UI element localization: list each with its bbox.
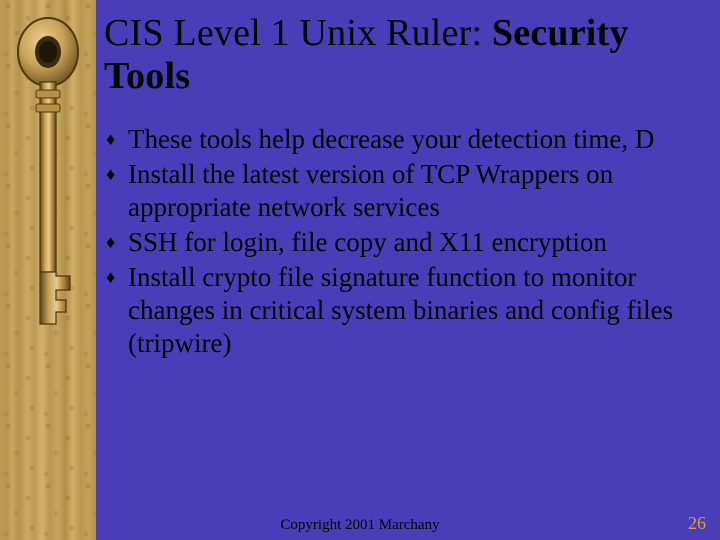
slide-title: CIS Level 1 Unix Ruler: Security Tools [104,12,702,97]
title-plain: CIS Level 1 Unix Ruler: [104,12,492,54]
page-number: 26 [688,513,706,534]
sidebar-texture [0,0,96,540]
bullet-text: These tools help decrease your detection… [128,123,702,156]
list-item: ♦ These tools help decrease your detecti… [104,123,702,156]
content-area: CIS Level 1 Unix Ruler: Security Tools ♦… [104,12,702,500]
bullet-text: SSH for login, file copy and X11 encrypt… [128,226,702,259]
footer-copyright: Copyright 2001 Marchany [0,517,720,534]
key-icon [14,12,82,332]
bullet-marker-icon: ♦ [106,123,128,156]
bullet-text: Install crypto file signature function t… [128,261,702,360]
list-item: ♦ Install crypto file signature function… [104,261,702,360]
bullet-marker-icon: ♦ [106,158,128,224]
bullet-list: ♦ These tools help decrease your detecti… [104,123,702,360]
bullet-marker-icon: ♦ [106,226,128,259]
list-item: ♦ Install the latest version of TCP Wrap… [104,158,702,224]
bullet-text: Install the latest version of TCP Wrappe… [128,158,702,224]
bullet-marker-icon: ♦ [106,261,128,360]
slide: CIS Level 1 Unix Ruler: Security Tools ♦… [0,0,720,540]
list-item: ♦ SSH for login, file copy and X11 encry… [104,226,702,259]
